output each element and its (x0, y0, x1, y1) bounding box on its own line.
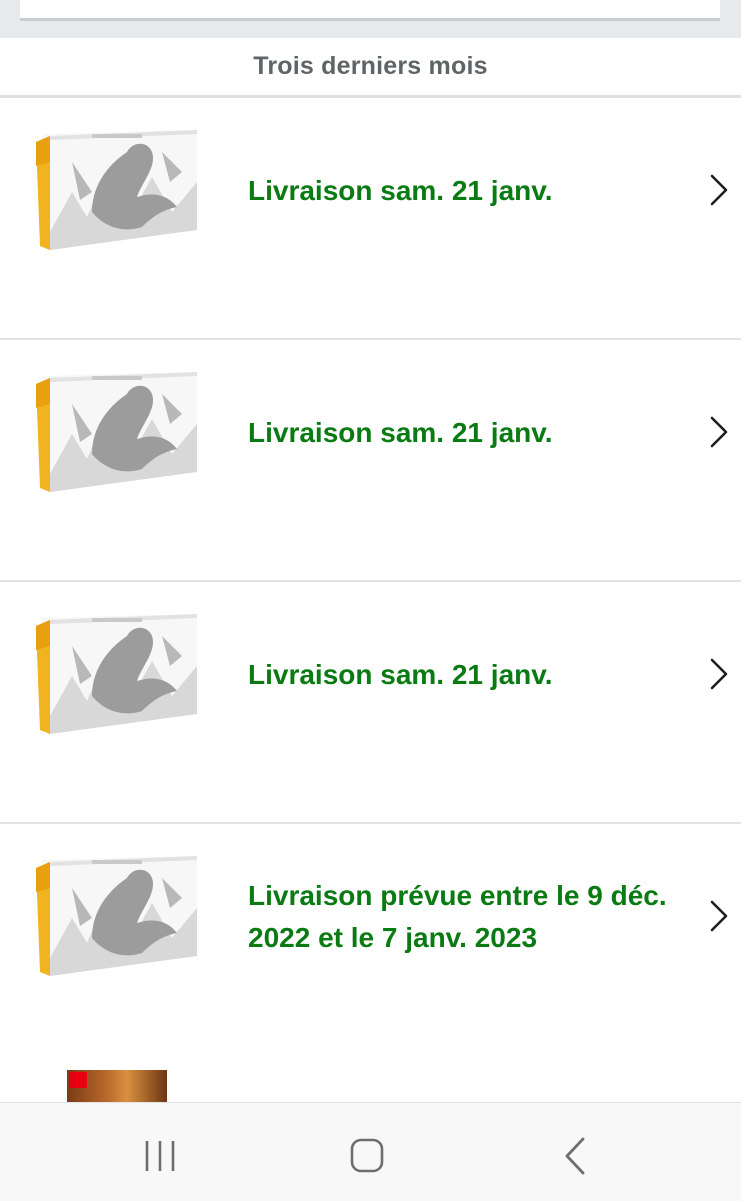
game-thumbnail (67, 1070, 167, 1102)
product-thumbnail (32, 122, 202, 258)
delivery-status: Livraison sam. 21 janv. (248, 417, 553, 448)
product-thumbnail (32, 848, 202, 984)
delivery-status: Livraison sam. 21 janv. (248, 175, 553, 206)
product-thumbnail (32, 364, 202, 500)
chevron-right-icon[interactable] (704, 412, 732, 452)
nintendo-switch-badge-icon (69, 1072, 87, 1088)
system-navigation-bar (0, 1102, 741, 1201)
section-header: Trois derniers mois (0, 38, 741, 98)
order-row[interactable]: Livraison sam. 21 janv. (0, 582, 741, 824)
chevron-right-icon[interactable] (704, 896, 732, 936)
product-thumbnail (32, 606, 202, 742)
order-row[interactable]: Livraison prévue entre le 9 déc. 2022 et… (0, 824, 741, 1066)
recent-apps-icon[interactable] (135, 1131, 185, 1181)
delivery-status: Livraison sam. 21 janv. (248, 659, 553, 690)
order-row-partial[interactable] (0, 1032, 741, 1102)
previous-card-edge (20, 0, 720, 21)
top-background (0, 0, 741, 38)
order-row[interactable]: Livraison sam. 21 janv. (0, 98, 741, 340)
chevron-right-icon[interactable] (704, 170, 732, 210)
order-list: Livraison sam. 21 janv. Livraison sam. 2… (0, 98, 741, 1066)
section-title: Trois derniers mois (253, 52, 488, 80)
home-icon[interactable] (342, 1131, 392, 1181)
order-row[interactable]: Livraison sam. 21 janv. (0, 340, 741, 582)
delivery-status: Livraison prévue entre le 9 déc. 2022 et… (248, 880, 667, 953)
back-icon[interactable] (551, 1131, 601, 1181)
chevron-right-icon[interactable] (704, 654, 732, 694)
